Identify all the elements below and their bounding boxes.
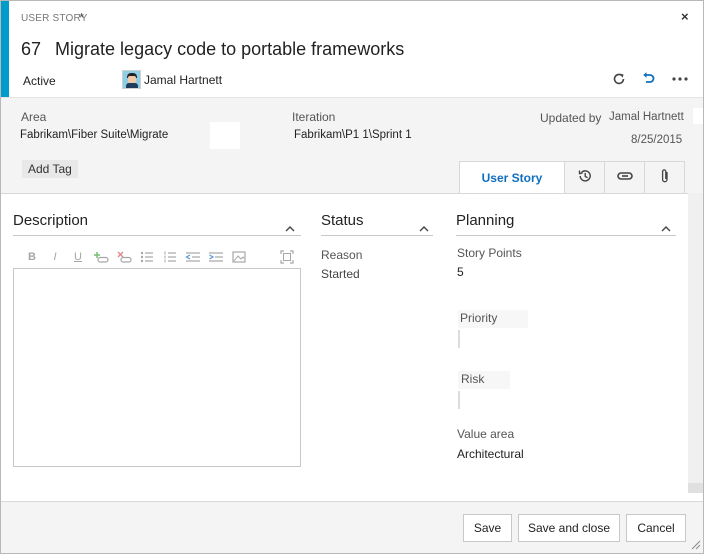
scrollbar-thumb[interactable]: [688, 483, 703, 493]
more-actions-icon[interactable]: [670, 69, 690, 89]
planning-divider: [456, 235, 676, 236]
updated-by-value: Jamal Hartnett: [609, 111, 684, 123]
resize-grip-icon[interactable]: [689, 538, 701, 550]
story-points-field[interactable]: 5: [457, 265, 464, 279]
avatar: [122, 70, 141, 89]
remove-link-icon[interactable]: [115, 249, 133, 265]
attachment-icon: [659, 168, 671, 187]
tab-user-story[interactable]: User Story: [459, 161, 565, 193]
tab-links[interactable]: [604, 161, 645, 193]
collapse-planning-icon[interactable]: [661, 222, 671, 232]
status-divider: [321, 235, 433, 236]
underline-button[interactable]: U: [69, 249, 87, 265]
dialog-footer: Save Save and close Cancel: [1, 501, 703, 553]
status-section-title: Status: [321, 212, 364, 229]
work-item-dialog: USER STORY * × 67 Migrate legacy code to …: [0, 0, 704, 554]
cancel-button[interactable]: Cancel: [626, 514, 686, 542]
risk-field[interactable]: [458, 391, 460, 409]
work-item-type-color-bar: [1, 1, 9, 97]
insert-link-icon[interactable]: [92, 249, 110, 265]
save-and-close-button[interactable]: Save and close: [518, 514, 620, 542]
updated-by-fade: [693, 108, 703, 124]
state-field[interactable]: Active: [23, 74, 56, 88]
assigned-to-field[interactable]: Jamal Hartnett: [122, 70, 222, 89]
italic-button[interactable]: I: [46, 249, 64, 265]
updated-by-label: Updated by: [540, 111, 602, 125]
bullet-list-icon[interactable]: [138, 249, 156, 265]
links-icon: [616, 170, 633, 185]
numbered-list-icon[interactable]: [161, 249, 179, 265]
collapse-description-icon[interactable]: [285, 222, 295, 232]
work-item-title[interactable]: 67 Migrate legacy code to portable framew…: [21, 39, 404, 60]
refresh-icon[interactable]: [609, 69, 629, 89]
tab-history[interactable]: [564, 161, 605, 193]
description-divider: [13, 235, 301, 236]
story-points-label: Story Points: [457, 246, 522, 260]
collapse-status-icon[interactable]: [419, 222, 429, 232]
reason-label: Reason: [321, 248, 363, 262]
risk-label: Risk: [461, 372, 485, 386]
iteration-field[interactable]: Fabrikam\P1 1\Sprint 1: [294, 129, 412, 141]
area-field[interactable]: Fabrikam\Fiber Suite\Migrate: [20, 129, 168, 141]
updated-date: 8/25/2015: [631, 134, 683, 146]
close-icon[interactable]: ×: [681, 9, 689, 24]
rich-text-toolbar: B I U: [23, 248, 248, 266]
assigned-to-name: Jamal Hartnett: [144, 72, 223, 87]
maximize-icon[interactable]: [280, 250, 294, 267]
work-item-header: USER STORY * × 67 Migrate legacy code to …: [1, 1, 703, 97]
work-item-id: 67: [21, 39, 42, 59]
area-dropdown[interactable]: [210, 122, 240, 149]
description-section-title: Description: [13, 212, 89, 229]
priority-label: Priority: [460, 311, 498, 325]
work-item-type-label: USER STORY: [21, 13, 88, 24]
indent-icon[interactable]: [207, 249, 225, 265]
undo-icon[interactable]: [639, 69, 659, 89]
iteration-label: Iteration: [292, 110, 336, 124]
add-tag-button[interactable]: Add Tag: [22, 160, 78, 178]
outdent-icon[interactable]: [184, 249, 202, 265]
bold-button[interactable]: B: [23, 249, 41, 265]
work-item-form-body: Description B I U Status Reason Started …: [1, 193, 703, 501]
unsaved-indicator: *: [79, 10, 85, 25]
area-label: Area: [21, 110, 47, 124]
value-area-field[interactable]: Architectural: [457, 447, 524, 461]
priority-field[interactable]: [458, 330, 460, 348]
form-scrollbar[interactable]: [688, 193, 703, 493]
history-icon: [577, 168, 593, 187]
description-editor[interactable]: [13, 268, 301, 467]
value-area-label: Value area: [457, 427, 515, 441]
save-button[interactable]: Save: [463, 514, 512, 542]
reason-field[interactable]: Started: [321, 267, 360, 281]
form-tabs: User Story: [459, 161, 685, 193]
insert-image-icon[interactable]: [230, 249, 248, 265]
planning-section-title: Planning: [456, 212, 515, 229]
work-item-title-text: Migrate legacy code to portable framewor…: [55, 39, 405, 59]
tab-attachments[interactable]: [644, 161, 685, 193]
